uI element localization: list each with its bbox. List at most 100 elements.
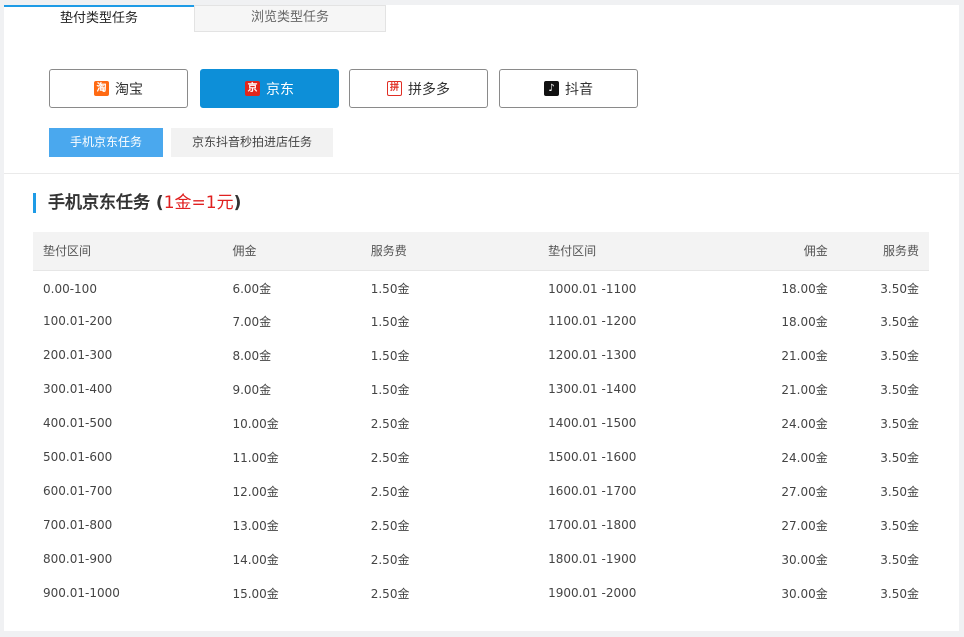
platform-jd-button[interactable]: 京 京东 xyxy=(200,69,339,108)
table-cell: 0.00-100 xyxy=(43,281,97,296)
table-cell: 3.50金 xyxy=(880,416,919,431)
platform-douyin-button[interactable]: ♪ 抖音 xyxy=(499,69,638,108)
table-cell: 2.50金 xyxy=(370,552,410,567)
column-header: 服务费 xyxy=(369,232,519,271)
task-panel: 垫付类型任务 浏览类型任务 淘 淘宝 京 京东 拼 拼多多 ♪ 抖音 手机京东任… xyxy=(4,5,959,631)
tab-advance-payment-tasks[interactable]: 垫付类型任务 xyxy=(4,5,194,53)
table-cell: 9.00金 xyxy=(232,382,272,397)
table-cell: 1.50金 xyxy=(370,314,410,329)
table-cell: 13.00金 xyxy=(232,518,279,533)
table-cell: 1200.01 -1300 xyxy=(548,348,637,362)
table-cell: 1.50金 xyxy=(370,382,410,397)
table-cell: 1700.01 -1800 xyxy=(548,518,637,532)
table-cell: 2.50金 xyxy=(370,518,410,533)
table-cell: 1300.01 -1400 xyxy=(548,382,637,396)
column-header: 垫付区间 xyxy=(33,232,232,271)
table-header-row: 垫付区间 佣金 服务费 垫付区间 佣金 服务费 xyxy=(33,232,929,271)
table-cell: 21.00金 xyxy=(781,348,828,363)
table-cell: 18.00金 xyxy=(781,282,828,297)
subtab-jd-douyin-store-visit-tasks[interactable]: 京东抖音秒拍进店任务 xyxy=(171,128,333,157)
table-cell: 27.00金 xyxy=(781,484,828,499)
table-cell: 3.50金 xyxy=(880,348,919,363)
table-cell: 800.01-900 xyxy=(43,552,113,566)
section-title: 手机京东任务 (1金=1元) xyxy=(33,193,241,213)
rate-close-paren: ) xyxy=(233,193,242,213)
table-cell: 700.01-800 xyxy=(43,518,113,532)
column-header: 垫付区间 xyxy=(518,232,711,271)
table-cell: 300.01-400 xyxy=(43,382,113,396)
table-cell: 27.00金 xyxy=(781,518,828,533)
table-cell: 3.50金 xyxy=(880,314,919,329)
table-row: 300.01-400 9.00金 1.50金 1300.01 -1400 21.00金 3… xyxy=(33,372,929,406)
table-cell: 1000.01 -1100 xyxy=(548,281,637,296)
table-cell: 24.00金 xyxy=(781,450,828,465)
table-cell: 3.50金 xyxy=(880,484,919,499)
table-cell: 600.01-700 xyxy=(43,484,113,498)
pinduoduo-icon: 拼 xyxy=(387,81,402,96)
table-row: 600.01-700 12.00金 2.50金 1600.01 -1700 27.00金… xyxy=(33,474,929,508)
tab-browse-tasks[interactable]: 浏览类型任务 xyxy=(194,5,386,32)
table-cell: 12.00金 xyxy=(232,484,279,499)
table-cell: 3.50金 xyxy=(880,282,919,297)
table-cell: 2.50金 xyxy=(370,586,410,601)
table-cell: 6.00金 xyxy=(232,282,272,297)
table-cell: 1100.01 -1200 xyxy=(548,314,637,328)
table-cell: 24.00金 xyxy=(781,416,828,431)
table-row: 700.01-800 13.00金 2.50金 1700.01 -1800 27.00金… xyxy=(33,508,929,542)
table-cell: 1800.01 -1900 xyxy=(548,552,637,566)
tab-label: 浏览类型任务 xyxy=(250,10,329,25)
platform-label: 淘宝 xyxy=(115,81,143,98)
table-row: 200.01-300 8.00金 1.50金 1200.01 -1300 21.00金 3… xyxy=(33,338,929,372)
table-cell: 30.00金 xyxy=(781,586,828,601)
table-cell: 2.50金 xyxy=(370,484,410,499)
table-cell: 900.01-1000 xyxy=(43,586,120,600)
table-cell: 3.50金 xyxy=(880,586,919,601)
table-cell: 8.00金 xyxy=(232,348,272,363)
rate-open-paren: ( xyxy=(155,193,164,213)
tab-label: 垫付类型任务 xyxy=(59,11,138,26)
platform-label: 抖音 xyxy=(565,81,593,98)
column-header: 佣金 xyxy=(710,232,829,271)
table-row: 400.01-500 10.00金 2.50金 1400.01 -1500 24.00金… xyxy=(33,406,929,440)
douyin-icon: ♪ xyxy=(544,81,559,96)
table-cell: 18.00金 xyxy=(781,314,828,329)
task-type-tabs: 垫付类型任务 浏览类型任务 xyxy=(4,5,959,53)
table-cell: 1.50金 xyxy=(370,348,410,363)
exchange-rate: 1金=1元 xyxy=(163,193,234,213)
table-cell: 3.50金 xyxy=(880,518,919,533)
table-cell: 1.50金 xyxy=(370,282,410,297)
column-header: 佣金 xyxy=(231,232,370,271)
table-cell: 100.01-200 xyxy=(43,314,113,328)
table-row: 100.01-200 7.00金 1.50金 1100.01 -1200 18.00金 3… xyxy=(33,304,929,338)
table-cell: 1400.01 -1500 xyxy=(548,416,637,430)
table-cell: 14.00金 xyxy=(232,552,279,567)
table-cell: 2.50金 xyxy=(370,450,410,465)
table-cell: 10.00金 xyxy=(232,416,279,431)
subtab-mobile-jd-tasks[interactable]: 手机京东任务 xyxy=(49,128,163,157)
table-cell: 3.50金 xyxy=(880,552,919,567)
table-row: 900.01-1000 15.00金 2.50金 1900.01 -2000 30.00… xyxy=(33,576,929,610)
table-cell: 1900.01 -2000 xyxy=(548,586,637,600)
table-cell: 21.00金 xyxy=(781,382,828,397)
platform-pinduoduo-button[interactable]: 拼 拼多多 xyxy=(349,69,488,108)
table-row: 0.00-100 6.00金 1.50金 1000.01 -1100 18.00金 3.5… xyxy=(33,270,929,304)
table-cell: 3.50金 xyxy=(880,382,919,397)
table-cell: 3.50金 xyxy=(880,450,919,465)
platform-label: 拼多多 xyxy=(408,81,450,98)
divider xyxy=(4,173,959,174)
table-cell: 1500.01 -1600 xyxy=(548,450,637,464)
table-cell: 7.00金 xyxy=(232,314,272,329)
section-title-text: 手机京东任务 xyxy=(48,193,150,213)
column-header: 服务费 xyxy=(828,232,929,271)
taobao-icon: 淘 xyxy=(94,81,109,96)
commission-table: 垫付区间 佣金 服务费 垫付区间 佣金 服务费 0.00-100 6.00金 1.5… xyxy=(33,232,929,610)
platform-label: 京东 xyxy=(266,81,294,98)
table-cell: 2.50金 xyxy=(370,416,410,431)
table-cell: 500.01-600 xyxy=(43,450,113,464)
table-cell: 30.00金 xyxy=(781,552,828,567)
table-cell: 1600.01 -1700 xyxy=(548,484,637,498)
platform-taobao-button[interactable]: 淘 淘宝 xyxy=(49,69,188,108)
table-cell: 11.00金 xyxy=(232,450,279,465)
table-cell: 200.01-300 xyxy=(43,348,113,362)
table-row: 500.01-600 11.00金 2.50金 1500.01 -1600 24.00金… xyxy=(33,440,929,474)
